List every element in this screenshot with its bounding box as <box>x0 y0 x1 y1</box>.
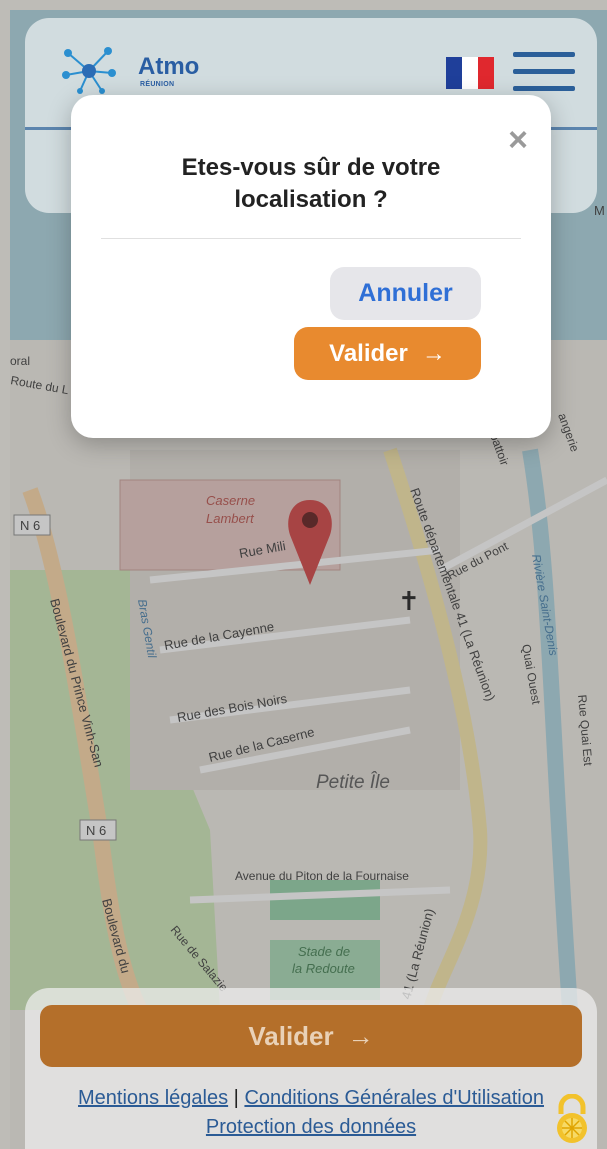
logo-subtext: RÉUNION <box>140 81 175 88</box>
link-separator: | <box>233 1087 239 1109</box>
main-validate-button[interactable]: Valider → <box>40 1005 582 1067</box>
legal-mentions-link[interactable]: Mentions légales <box>78 1087 228 1109</box>
modal-divider <box>101 238 521 239</box>
arrow-right-icon: → <box>347 1020 374 1051</box>
language-flag-fr[interactable] <box>446 57 494 89</box>
modal-title: Etes-vous sûr de votre localisation ? <box>181 154 441 213</box>
cancel-button[interactable]: Annuler <box>330 267 481 320</box>
logo-text: Atmo <box>138 53 200 80</box>
footer-links: Mentions légales | Conditions Générales … <box>40 1084 582 1142</box>
arrow-right-icon: → <box>421 339 446 367</box>
main-validate-label: Valider <box>248 1020 334 1051</box>
close-icon[interactable]: × <box>501 123 535 157</box>
privacy-link[interactable]: Protection des données <box>206 1116 416 1138</box>
validate-button[interactable]: Valider → <box>294 327 481 380</box>
atmo-logo-icon <box>62 47 116 94</box>
cgu-link[interactable]: Conditions Générales d'Utilisation <box>244 1087 544 1109</box>
validate-button-label: Valider <box>329 339 408 367</box>
cancel-button-label: Annuler <box>358 279 453 307</box>
hamburger-menu-icon[interactable] <box>513 52 575 92</box>
lock-icon[interactable] <box>552 1094 592 1144</box>
confirm-location-modal: × Etes-vous sûr de votre localisation ? … <box>71 95 551 438</box>
atmo-logo: Atmo RÉUNION <box>138 53 228 93</box>
